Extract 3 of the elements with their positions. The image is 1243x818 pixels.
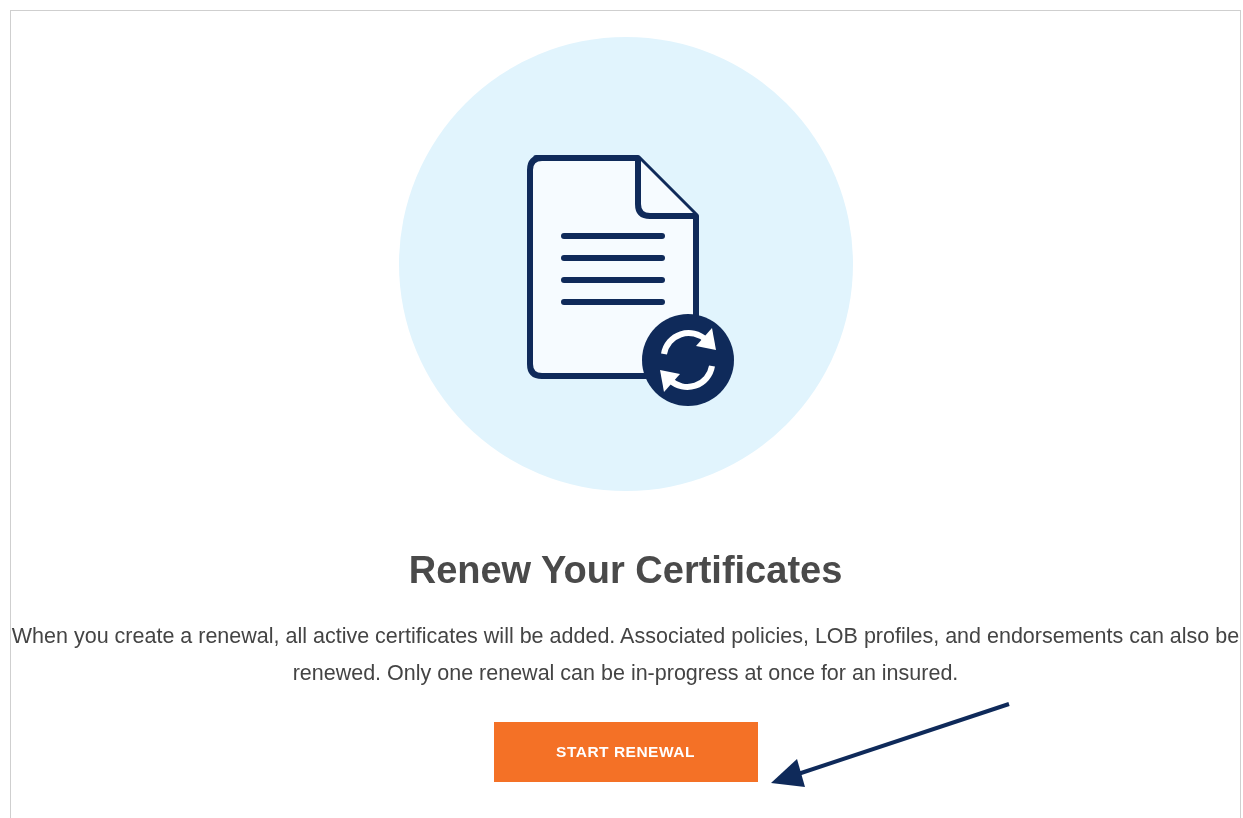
start-renewal-button[interactable]: START RENEWAL <box>493 722 758 782</box>
description-text: When you create a renewal, all active certificates will be added. Associated policies, LOB profiles, and endorsements can also be renewed. Only one renewal can be in-progress at once for an insured. <box>11 623 1240 687</box>
page-title: Renew Your Certificates <box>408 549 843 592</box>
